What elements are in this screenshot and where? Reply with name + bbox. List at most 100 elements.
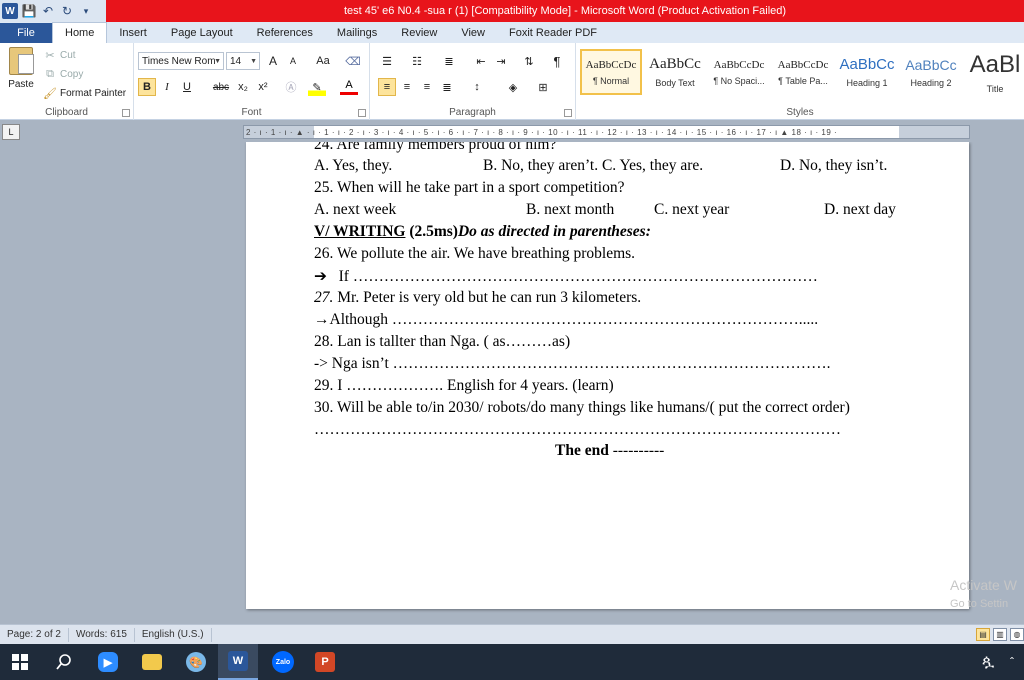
increase-indent-icon[interactable]: ⇥ <box>492 52 510 70</box>
line-spacing-icon[interactable]: ↕ <box>468 78 486 96</box>
document-page[interactable]: 24. Are family members proud of him? A. … <box>246 142 969 609</box>
word-count[interactable]: Words: 615 <box>69 627 135 642</box>
cut-button[interactable]: ✂ Cut <box>44 46 75 64</box>
tab-mailings[interactable]: Mailings <box>325 23 389 43</box>
window-title: test 45' e6 N0.4 -sua r (1) [Compatibili… <box>106 0 1024 22</box>
multilevel-list-icon[interactable]: ≣ <box>440 52 458 70</box>
language-indicator[interactable]: English (U.S.) <box>135 627 212 642</box>
borders-icon[interactable]: ⊞ <box>534 78 552 96</box>
question-27-answer: →Although ……………….……………………………………………………...… <box>314 311 819 328</box>
print-layout-icon[interactable]: ▤ <box>976 628 990 641</box>
align-center-icon[interactable]: ≡ <box>398 78 416 96</box>
superscript-button[interactable]: x² <box>254 78 272 96</box>
justify-icon[interactable]: ≣ <box>438 78 456 96</box>
style-normal[interactable]: AaBbCcDc ¶ Normal <box>580 49 642 95</box>
styles-group-label: Styles <box>786 107 814 118</box>
tab-file[interactable]: File <box>0 23 52 43</box>
style-sample: AaBbCc <box>839 56 895 73</box>
bullets-icon[interactable]: ☰ <box>378 52 396 70</box>
customize-qat-icon[interactable]: ▾ <box>78 3 94 19</box>
format-painter-button[interactable]: 🖌 Format Painter <box>43 84 126 102</box>
show-formatting-button[interactable]: ¶ <box>548 52 566 70</box>
taskbar-word[interactable]: W <box>218 644 258 680</box>
copy-button[interactable]: ⧉ Copy <box>44 65 83 83</box>
sort-icon[interactable]: ⇅ <box>520 52 538 70</box>
font-launcher-icon[interactable] <box>358 109 366 117</box>
font-size-select[interactable]: 14 ▼ <box>226 52 260 70</box>
title-bar: W 💾 ↶ ↻ ▾ test 45' e6 N0.4 -sua r (1) [C… <box>0 0 1024 22</box>
search-button[interactable] <box>44 644 84 680</box>
undo-icon[interactable]: ↶ <box>40 3 56 19</box>
document-area[interactable]: 24. Are family members proud of him? A. … <box>0 142 1024 624</box>
question-28-answer: -> Nga isn’t ………………………………………………………………………… <box>314 355 831 372</box>
page-count[interactable]: Page: 2 of 2 <box>0 627 69 642</box>
grow-font-button[interactable]: A <box>264 52 282 70</box>
paste-label: Paste <box>8 79 34 90</box>
underline-button[interactable]: U <box>178 78 196 96</box>
chevron-up-icon: ˆ <box>1010 655 1014 669</box>
strikethrough-button[interactable]: abc <box>210 78 232 96</box>
question-29: 29. I ………………. English for 4 years. (lear… <box>314 377 614 394</box>
people-icon: ጷ <box>981 653 995 670</box>
windows-start-button[interactable] <box>0 644 40 680</box>
tab-home[interactable]: Home <box>52 22 108 43</box>
style-body-text[interactable]: AaBbCc Body Text <box>644 49 706 95</box>
shading-icon[interactable]: ◈ <box>504 78 522 96</box>
taskbar-file-explorer[interactable] <box>132 644 172 680</box>
status-bar: Page: 2 of 2 Words: 615 English (U.S.) ▤… <box>0 624 1024 644</box>
font-family-select[interactable]: Times New Rom ▼ <box>138 52 224 70</box>
align-right-icon[interactable]: ≡ <box>418 78 436 96</box>
zoom-icon: ▶ <box>98 652 118 672</box>
full-screen-reading-icon[interactable]: ▥ <box>993 628 1007 641</box>
tab-review[interactable]: Review <box>389 23 449 43</box>
word-app-icon[interactable]: W <box>2 3 18 19</box>
shrink-font-button[interactable]: A <box>284 52 302 70</box>
paste-button[interactable]: Paste <box>4 47 38 101</box>
style-sample: AaBbCcDc <box>777 58 829 71</box>
change-case-button[interactable]: Aa <box>310 52 336 70</box>
paragraph-group: ☰ ☷ ≣ ⇤ ⇥ ⇅ ¶ ≡ ≡ ≡ ≣ ↕ ◈ ⊞ Paragraph <box>370 43 576 120</box>
tab-view[interactable]: View <box>449 23 497 43</box>
style-sample: AaBbCcDc <box>585 58 637 71</box>
clipboard-launcher-icon[interactable] <box>122 109 130 117</box>
question-27: 27. Mr. Peter is very old but he can run… <box>314 289 641 307</box>
style-heading-1[interactable]: AaBbCc Heading 1 <box>836 49 898 95</box>
align-left-icon[interactable]: ≡ <box>378 78 396 96</box>
style-title[interactable]: AaBl Title <box>964 49 1024 95</box>
tab-page-layout[interactable]: Page Layout <box>159 23 245 43</box>
tab-insert[interactable]: Insert <box>107 23 159 43</box>
taskbar-paint[interactable]: 🎨 <box>176 644 216 680</box>
tab-selector-button[interactable]: L <box>2 124 20 140</box>
question-30-answer: ………………………………………………………………………………………… <box>314 421 841 438</box>
numbering-icon[interactable]: ☷ <box>408 52 426 70</box>
highlight-icon[interactable]: ✎ <box>308 78 326 96</box>
tab-foxit-reader-pdf[interactable]: Foxit Reader PDF <box>497 23 609 43</box>
save-icon[interactable]: 💾 <box>21 3 37 19</box>
tab-references[interactable]: References <box>245 23 325 43</box>
decrease-indent-icon[interactable]: ⇤ <box>472 52 490 70</box>
font-family-value: Times New Rom <box>142 55 216 67</box>
horizontal-ruler[interactable]: 2 · ı · 1 · ı · ▲ · ı · 1 · ı · 2 · ı · … <box>243 125 970 139</box>
text-effects-icon[interactable]: Ⓐ <box>282 78 300 96</box>
paragraph-launcher-icon[interactable] <box>564 109 572 117</box>
bold-button[interactable]: B <box>138 78 156 96</box>
taskbar-zalo[interactable]: Zalo <box>263 644 303 680</box>
style-no-spacing[interactable]: AaBbCcDc ¶ No Spaci... <box>708 49 770 95</box>
clear-formatting-icon[interactable]: ⌫ <box>344 52 362 70</box>
italic-button[interactable]: I <box>158 78 176 96</box>
style-name: ¶ Normal <box>592 75 630 86</box>
web-layout-icon[interactable]: ◍ <box>1010 628 1024 641</box>
notification-icon[interactable]: ˆ <box>1000 644 1024 680</box>
redo-icon[interactable]: ↻ <box>59 3 75 19</box>
subscript-button[interactable]: x₂ <box>234 78 252 96</box>
section-points: (2.5ms) <box>405 223 458 240</box>
taskbar-zoom[interactable]: ▶ <box>88 644 128 680</box>
style-heading-2[interactable]: AaBbCc Heading 2 <box>900 49 962 95</box>
taskbar-powerpoint[interactable]: P <box>305 644 345 680</box>
copy-label: Copy <box>60 68 84 80</box>
font-color-button[interactable]: A <box>340 78 358 95</box>
style-table-paragraph[interactable]: AaBbCcDc ¶ Table Pa... <box>772 49 834 95</box>
end-dashes: ---------- <box>608 442 665 459</box>
view-buttons: ▤ ▥ ◍ <box>976 628 1024 641</box>
section-instruction: Do as directed in parentheses: <box>457 223 651 240</box>
